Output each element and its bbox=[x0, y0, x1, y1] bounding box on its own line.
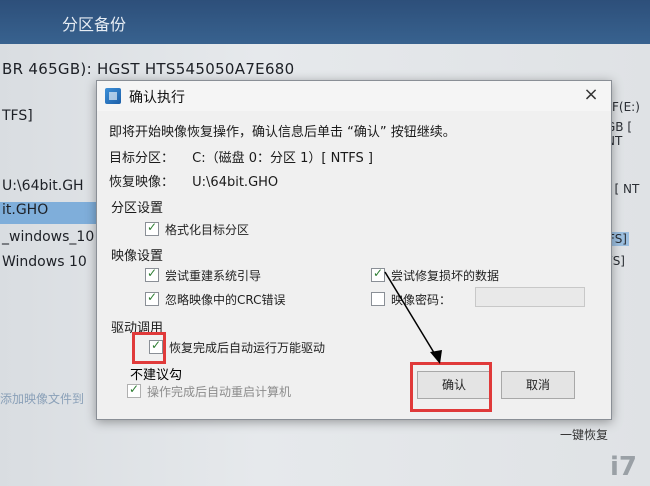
annotation-arrow bbox=[384, 271, 442, 364]
